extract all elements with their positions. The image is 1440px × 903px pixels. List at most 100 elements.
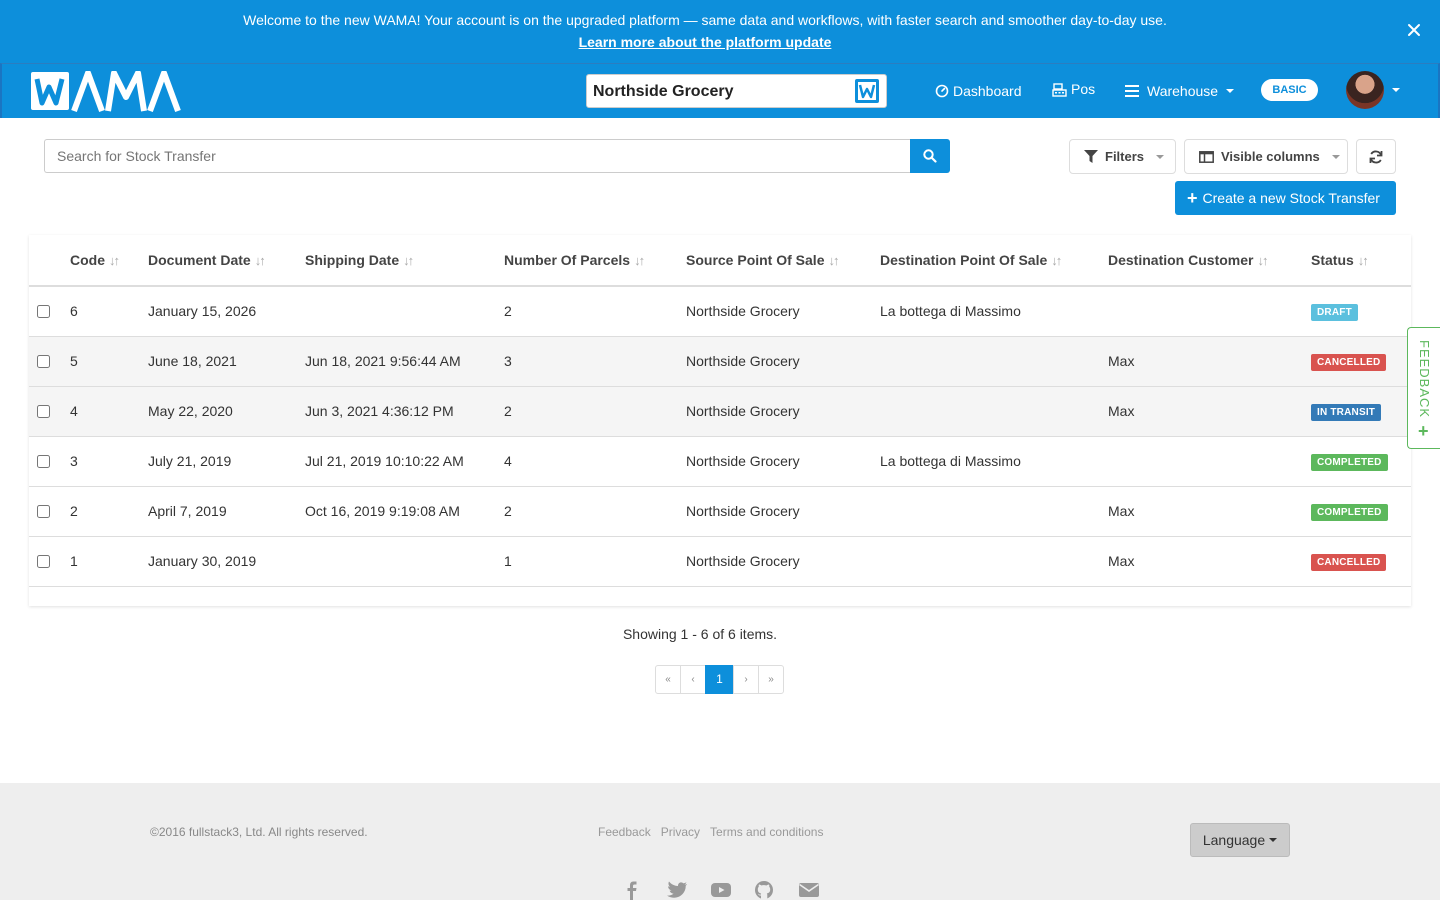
sort-icon[interactable]: ↓↑ (634, 253, 645, 268)
cell-document-date: June 18, 2021 (148, 336, 305, 387)
chevron-down-icon[interactable] (1392, 88, 1400, 92)
facebook-icon[interactable] (622, 880, 646, 900)
copyright: ©2016 fullstack3, Ltd. All rights reserv… (150, 825, 368, 839)
pagination-last[interactable]: » (758, 665, 784, 694)
header-status[interactable]: Status ↓↑ (1311, 235, 1411, 287)
wama-mini-icon (855, 79, 879, 103)
sort-icon[interactable]: ↓↑ (1051, 253, 1062, 268)
visible-columns-label: Visible columns (1221, 149, 1320, 164)
nav-dashboard-label: Dashboard (953, 83, 1022, 99)
refresh-button[interactable] (1356, 139, 1396, 174)
cell-document-date: April 7, 2019 (148, 486, 305, 537)
pagination-next[interactable]: › (733, 665, 759, 694)
row-checkbox[interactable] (37, 354, 50, 368)
cell-code: 3 (70, 436, 148, 487)
feedback-tab-label: FEEDBACK (1417, 340, 1432, 419)
table-row[interactable]: 1 January 30, 2019 1 Northside Grocery M… (29, 536, 1411, 587)
search-button[interactable] (910, 139, 950, 173)
twitter-icon[interactable] (666, 880, 690, 900)
pagination: « ‹ 1 › » (655, 665, 784, 694)
pagination-first[interactable]: « (655, 665, 681, 694)
header-label: Shipping Date (305, 252, 400, 268)
wama-logo[interactable] (30, 71, 192, 113)
header-label: Code (70, 252, 105, 268)
table-row[interactable]: 3 July 21, 2019 Jul 21, 2019 10:10:22 AM… (29, 436, 1411, 487)
header-label: Status (1311, 252, 1354, 268)
header-label: Destination Point Of Sale (880, 252, 1048, 268)
banner-learn-more-link[interactable]: Learn more about the platform update (0, 34, 1410, 50)
status-badge: COMPLETED (1311, 453, 1388, 471)
create-stock-transfer-label: Create a new Stock Transfer (1202, 190, 1380, 206)
language-button[interactable]: Language (1190, 823, 1290, 857)
columns-icon (1199, 150, 1214, 163)
nav-pos[interactable]: Pos (1052, 81, 1095, 97)
feedback-tab[interactable]: FEEDBACK + (1407, 327, 1440, 449)
menu-icon (1125, 85, 1139, 97)
cell-shipping-date (305, 536, 504, 587)
sort-icon[interactable]: ↓↑ (109, 253, 120, 268)
header-destination-customer[interactable]: Destination Customer ↓↑ (1108, 235, 1311, 287)
store-selector[interactable]: Northside Grocery (586, 74, 887, 108)
plan-badge: BASIC (1261, 79, 1318, 101)
sort-icon[interactable]: ↓↑ (828, 253, 839, 268)
footer-link-privacy[interactable]: Privacy (661, 825, 700, 839)
cell-parcels: 2 (504, 386, 686, 437)
status-badge: IN TRANSIT (1311, 403, 1382, 421)
row-checkbox[interactable] (37, 554, 50, 568)
nav-dashboard[interactable]: Dashboard (935, 83, 1022, 99)
status-badge: COMPLETED (1311, 503, 1388, 521)
cell-destination-pos: La bottega di Massimo (880, 286, 1108, 337)
avatar[interactable] (1346, 71, 1384, 109)
table-row[interactable]: 6 January 15, 2026 2 Northside Grocery L… (29, 286, 1411, 337)
sort-icon[interactable]: ↓↑ (1257, 253, 1268, 268)
create-stock-transfer-button[interactable]: + Create a new Stock Transfer (1175, 181, 1396, 215)
header-number-of-parcels[interactable]: Number Of Parcels ↓↑ (504, 235, 686, 287)
sort-icon[interactable]: ↓↑ (403, 253, 414, 268)
table-row[interactable]: 4 May 22, 2020 Jun 3, 2021 4:36:12 PM 2 … (29, 386, 1411, 437)
header-label: Destination Customer (1108, 252, 1254, 268)
cell-code: 6 (70, 286, 148, 337)
pagination-summary: Showing 1 - 6 of 6 items. (0, 626, 1440, 642)
header-shipping-date[interactable]: Shipping Date ↓↑ (305, 235, 504, 287)
header-source-point-of-sale[interactable]: Source Point Of Sale ↓↑ (686, 235, 880, 287)
cell-code: 2 (70, 486, 148, 537)
cell-source: Northside Grocery (686, 386, 880, 437)
table-row[interactable]: 2 April 7, 2019 Oct 16, 2019 9:19:08 AM … (29, 486, 1411, 537)
sort-icon[interactable]: ↓↑ (255, 253, 266, 268)
cell-source: Northside Grocery (686, 286, 880, 337)
header-destination-point-of-sale[interactable]: Destination Point Of Sale ↓↑ (880, 235, 1108, 287)
search-input[interactable] (44, 139, 911, 173)
cell-destination-customer: Max (1108, 536, 1311, 587)
footer-link-terms[interactable]: Terms and conditions (710, 825, 823, 839)
social-links (622, 880, 822, 900)
cell-code: 4 (70, 386, 148, 437)
cell-shipping-date (305, 286, 504, 337)
youtube-icon[interactable] (710, 880, 734, 900)
header-document-date[interactable]: Document Date ↓↑ (148, 235, 305, 287)
cell-destination-customer: Max (1108, 386, 1311, 437)
row-checkbox[interactable] (37, 404, 50, 418)
footer-links: Feedback Privacy Terms and conditions (598, 825, 823, 839)
email-icon[interactable] (798, 880, 822, 900)
row-checkbox[interactable] (37, 454, 50, 468)
pagination-prev[interactable]: ‹ (680, 665, 706, 694)
header-code[interactable]: Code ↓↑ (70, 235, 148, 287)
pagination-page[interactable]: 1 (705, 665, 734, 694)
header-label: Number Of Parcels (504, 252, 631, 268)
table-row[interactable]: 5 June 18, 2021 Jun 18, 2021 9:56:44 AM … (29, 336, 1411, 387)
stock-transfer-table: Code ↓↑ Document Date ↓↑ Shipping Date ↓↑ N… (29, 235, 1411, 606)
cell-parcels: 1 (504, 536, 686, 587)
filters-button[interactable]: Filters (1069, 139, 1176, 174)
github-icon[interactable] (754, 880, 778, 900)
footer-link-feedback[interactable]: Feedback (598, 825, 651, 839)
nav-warehouse[interactable]: Warehouse (1125, 83, 1235, 99)
cell-document-date: January 15, 2026 (148, 286, 305, 337)
close-icon[interactable] (1406, 22, 1422, 38)
chevron-down-icon (1331, 154, 1340, 159)
row-checkbox[interactable] (37, 504, 50, 518)
sort-icon[interactable]: ↓↑ (1358, 253, 1369, 268)
store-name: Northside Grocery (593, 83, 734, 100)
visible-columns-button[interactable]: Visible columns (1184, 139, 1348, 174)
nav-pos-label: Pos (1071, 81, 1096, 97)
row-checkbox[interactable] (37, 304, 50, 318)
